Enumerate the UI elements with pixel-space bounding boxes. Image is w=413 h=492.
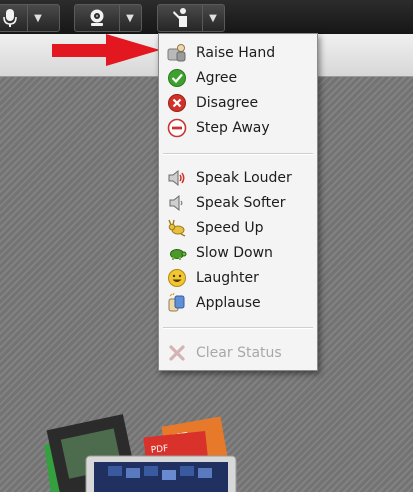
share-content-illustration: PPT PDF bbox=[44, 414, 237, 492]
menu-item-label: Slow Down bbox=[196, 245, 273, 261]
menu-separator bbox=[163, 153, 313, 155]
microphone-button-group: ▼ bbox=[0, 4, 60, 32]
menu-item-label: Clear Status bbox=[196, 345, 282, 361]
menu-item-label: Agree bbox=[196, 70, 238, 86]
menu-item-agree[interactable]: Agree bbox=[167, 67, 237, 89]
chevron-down-icon: ▼ bbox=[126, 12, 134, 24]
status-dropdown-menu: Raise Hand Agree Disagree Step Away Spea… bbox=[158, 33, 318, 371]
chevron-down-icon: ▼ bbox=[209, 12, 217, 24]
red-arrow-annotation bbox=[52, 34, 160, 66]
webcam-button-group: ▼ bbox=[74, 4, 142, 32]
menu-item-speak-softer[interactable]: Speak Softer bbox=[167, 192, 286, 214]
webcam-button[interactable] bbox=[75, 5, 119, 31]
applause-icon bbox=[167, 293, 187, 313]
top-toolbar: ▼ ▼ ▼ bbox=[0, 0, 413, 34]
raise-hand-icon bbox=[167, 43, 187, 63]
menu-item-label: Applause bbox=[196, 295, 261, 311]
clear-status-icon bbox=[167, 343, 187, 363]
menu-item-label: Disagree bbox=[196, 95, 259, 111]
menu-item-step-away[interactable]: Step Away bbox=[167, 117, 270, 139]
menu-item-laughter[interactable]: Laughter bbox=[167, 267, 259, 289]
speak-softer-icon bbox=[167, 193, 187, 213]
webcam-dropdown-arrow[interactable]: ▼ bbox=[119, 5, 140, 31]
microphone-icon bbox=[3, 9, 17, 27]
menu-item-disagree[interactable]: Disagree bbox=[167, 92, 258, 114]
menu-item-raise-hand[interactable]: Raise Hand bbox=[167, 42, 275, 64]
menu-item-label: Speak Louder bbox=[196, 170, 292, 186]
laughter-smiley-icon bbox=[167, 268, 187, 288]
status-button[interactable] bbox=[158, 5, 202, 31]
slow-down-turtle-icon bbox=[167, 243, 187, 263]
menu-item-label: Speak Softer bbox=[196, 195, 286, 211]
status-dropdown-arrow[interactable]: ▼ bbox=[202, 5, 223, 31]
raise-hand-status-icon bbox=[173, 8, 187, 27]
chevron-down-icon: ▼ bbox=[34, 12, 42, 24]
menu-item-applause[interactable]: Applause bbox=[167, 292, 261, 314]
menu-item-label: Step Away bbox=[196, 120, 270, 136]
menu-item-label: Laughter bbox=[196, 270, 259, 286]
menu-item-speak-louder[interactable]: Speak Louder bbox=[167, 167, 292, 189]
agree-check-icon bbox=[167, 68, 187, 88]
menu-item-label: Raise Hand bbox=[196, 45, 276, 61]
speak-louder-icon bbox=[167, 168, 187, 188]
status-button-group: ▼ bbox=[157, 4, 225, 32]
microphone-dropdown-arrow[interactable]: ▼ bbox=[27, 5, 48, 31]
menu-separator bbox=[163, 327, 313, 329]
menu-item-label: Speed Up bbox=[196, 220, 264, 236]
menu-item-speed-up[interactable]: Speed Up bbox=[167, 217, 263, 239]
step-away-icon bbox=[167, 118, 187, 138]
microphone-button[interactable] bbox=[0, 5, 27, 31]
pdf-label: PDF bbox=[150, 444, 168, 456]
webcam-icon bbox=[90, 9, 104, 26]
disagree-x-icon bbox=[167, 93, 187, 113]
menu-item-clear-status[interactable]: Clear Status bbox=[167, 342, 282, 364]
speed-up-rabbit-icon bbox=[167, 218, 187, 238]
menu-item-slow-down[interactable]: Slow Down bbox=[167, 242, 273, 264]
